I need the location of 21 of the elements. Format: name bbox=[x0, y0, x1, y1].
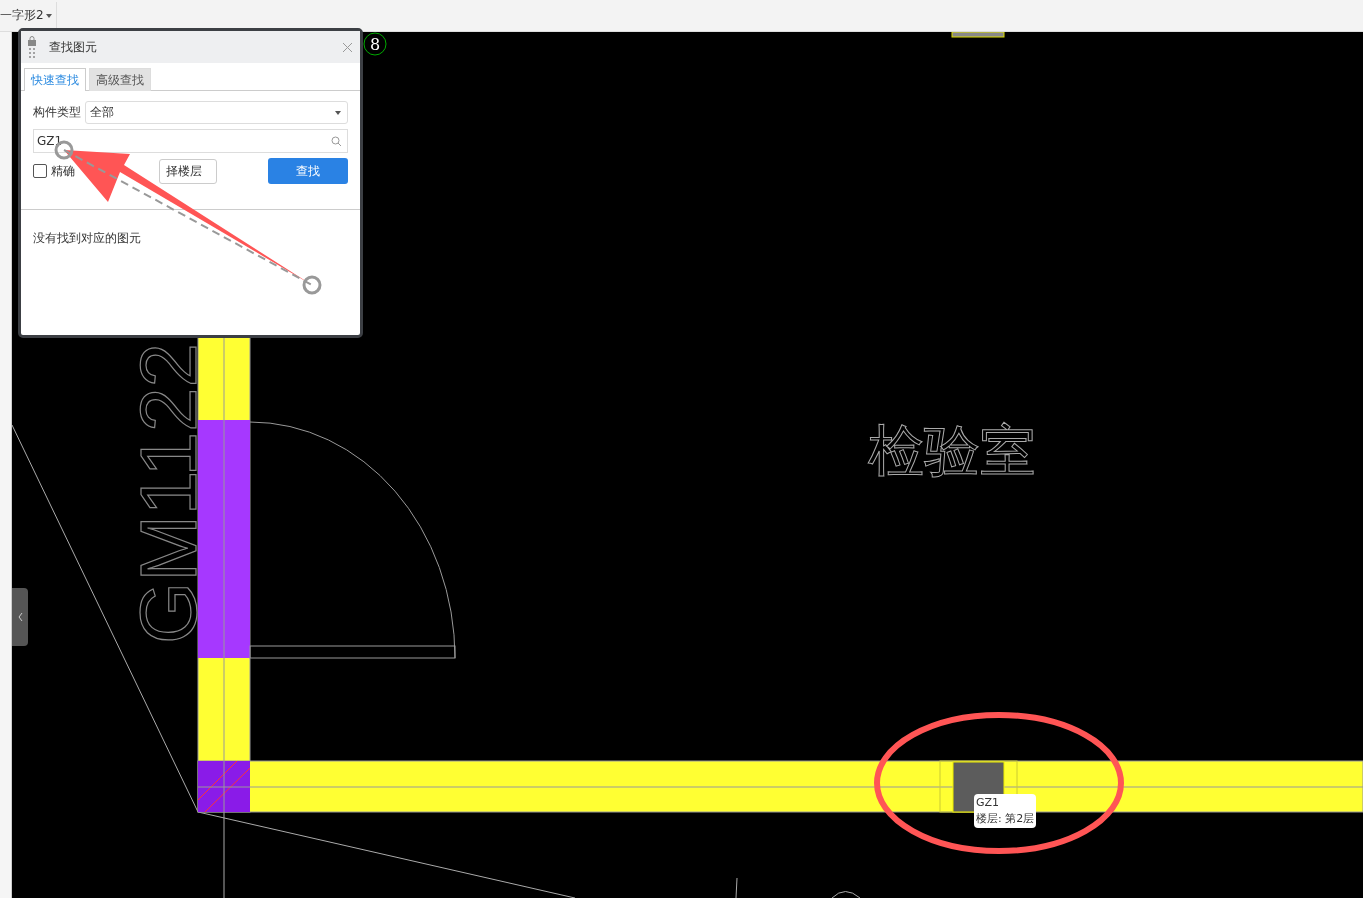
checkbox-label: 精确 bbox=[51, 162, 75, 180]
lock-grip-icon bbox=[27, 36, 37, 58]
type-select[interactable]: 全部 bbox=[85, 101, 348, 124]
result-message: 没有找到对应的图元 bbox=[33, 230, 142, 247]
search-icon bbox=[331, 136, 342, 147]
axis-marker: 8 bbox=[363, 32, 387, 56]
floor-button[interactable]: 择楼层 bbox=[159, 158, 217, 184]
type-label: 构件类型 bbox=[33, 104, 81, 121]
caret-icon bbox=[45, 13, 52, 18]
chevron-left-icon bbox=[17, 613, 23, 621]
room-label: 检验室 bbox=[868, 418, 1036, 483]
dialog-title: 查找图元 bbox=[49, 38, 98, 56]
column-drawing bbox=[197, 760, 251, 813]
tab[interactable]: 高级查找 bbox=[89, 68, 151, 91]
tab[interactable]: 快速查找 bbox=[24, 68, 86, 91]
checkbox[interactable] bbox=[33, 164, 47, 178]
find-button[interactable]: 查找 bbox=[268, 158, 348, 184]
tooltip-title: GZ1 bbox=[976, 795, 1001, 811]
tooltip-floor: 楼层: 第2层 bbox=[976, 811, 1035, 827]
caret-icon bbox=[335, 110, 341, 115]
door-label: GM1122 bbox=[124, 343, 213, 644]
